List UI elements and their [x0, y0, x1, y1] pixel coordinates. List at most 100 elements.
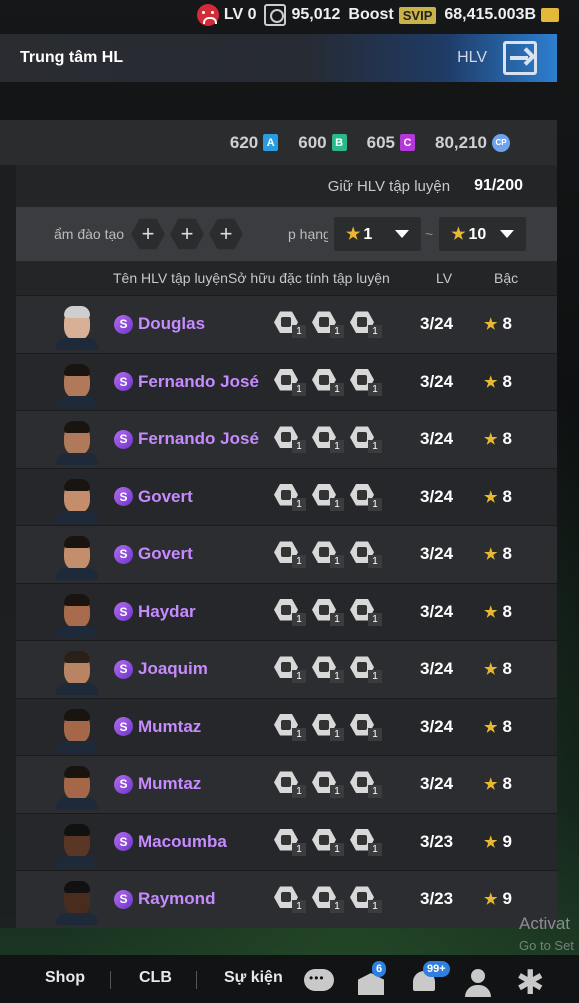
table-row[interactable]: S Govert 1 1 1 3/24 ★ 8	[16, 467, 557, 525]
trait-icon[interactable]: 1	[274, 310, 306, 339]
max-rank-select[interactable]: ★ 10	[439, 217, 527, 251]
trait-icon[interactable]: 1	[350, 540, 382, 569]
trait-icon[interactable]: 1	[350, 885, 382, 914]
coins-indicator[interactable]: 68,415.003B	[444, 6, 559, 24]
level-indicator[interactable]: LV 0	[196, 4, 256, 26]
trait-icon[interactable]: 1	[312, 713, 344, 741]
trait-count: 1	[368, 325, 382, 339]
add-trait-slot-1[interactable]: +	[131, 218, 165, 250]
trait-icon[interactable]: 1	[274, 368, 306, 396]
trait-icon[interactable]: 1	[274, 540, 306, 569]
coach-rank: ★ 8	[484, 429, 512, 449]
trait-count: 1	[292, 555, 306, 569]
trait-icon[interactable]: 1	[274, 770, 306, 799]
trait-icon[interactable]: 1	[350, 310, 382, 339]
table-row[interactable]: S Joaquim 1 1 1 3/24 ★ 8	[16, 640, 557, 698]
grade-badge: S	[114, 659, 133, 679]
coach-level: 3/24	[420, 486, 454, 506]
trait-icon[interactable]: 1	[312, 655, 344, 684]
nav-clb[interactable]: CLB	[139, 969, 172, 987]
currency-a-value: 620	[229, 132, 259, 152]
trait-icon[interactable]: 1	[274, 713, 306, 741]
trait-count: 1	[292, 670, 306, 684]
trait-icon[interactable]: 1	[350, 770, 382, 799]
star-icon: ★	[484, 316, 498, 334]
trait-icon[interactable]: 1	[312, 770, 344, 799]
max-rank-value: 10	[468, 226, 487, 243]
points-indicator[interactable]: 95,012	[264, 4, 340, 26]
activation-watermark: Activat	[519, 914, 571, 933]
trait-icon[interactable]: 1	[274, 885, 306, 914]
trait-icon[interactable]: 1	[350, 655, 382, 684]
column-traits-header[interactable]: Sở hữu đặc tính tập luyện	[228, 270, 390, 286]
table-row[interactable]: S Mumtaz 1 1 1 3/24 ★ 8	[16, 755, 557, 813]
star-icon: ★	[484, 431, 498, 449]
cp-coin-icon: CP	[492, 133, 510, 152]
trait-icon[interactable]: 1	[274, 655, 306, 684]
avatar-hair	[64, 766, 90, 778]
column-rank-header[interactable]: Bậc	[494, 270, 518, 286]
trait-icon[interactable]: 1	[350, 828, 382, 856]
trait-icon[interactable]: 1	[274, 425, 306, 454]
coach-rank-value: 8	[502, 601, 512, 621]
column-name-header[interactable]: Tên HLV tập luyện	[113, 270, 228, 286]
nav-divider	[110, 971, 111, 989]
trait-count: 1	[368, 785, 382, 799]
table-row[interactable]: S Haydar 1 1 1 3/24 ★ 8	[16, 582, 557, 640]
nav-events[interactable]: Sự kiện	[224, 969, 283, 987]
trait-icon[interactable]: 1	[350, 368, 382, 396]
trait-icon[interactable]: 1	[312, 483, 344, 511]
avatar-body	[56, 683, 98, 695]
trait-icon[interactable]: 1	[312, 828, 344, 856]
coach-level: 3/24	[420, 601, 454, 621]
trait-icon[interactable]: 1	[350, 425, 382, 454]
trait-icon[interactable]: 1	[274, 828, 306, 856]
user-icon[interactable]	[464, 967, 492, 997]
table-row[interactable]: S Mumtaz 1 1 1 3/24 ★ 8	[16, 697, 557, 755]
coach-level: 3/24	[420, 716, 454, 736]
star-icon: ★	[484, 661, 498, 679]
boost-indicator[interactable]: Boost SVIP	[348, 6, 437, 24]
trait-count: 1	[368, 900, 382, 914]
trait-icon[interactable]: 1	[274, 598, 306, 626]
nav-shop[interactable]: Shop	[45, 969, 85, 987]
trait-icon[interactable]: 1	[312, 425, 344, 454]
avatar-hair	[64, 651, 90, 663]
coach-rank: ★ 8	[484, 487, 512, 507]
table-row[interactable]: S Govert 1 1 1 3/24 ★ 8	[16, 525, 557, 583]
trait-list: 1 1 1	[274, 540, 382, 569]
trait-icon[interactable]: 1	[350, 483, 382, 511]
trait-icon[interactable]: 1	[312, 598, 344, 626]
table-row[interactable]: S Fernando José 1 1 1 3/24 ★ 8	[16, 352, 557, 410]
trait-count: 1	[330, 785, 344, 799]
add-trait-slot-2[interactable]: +	[170, 218, 204, 250]
filter-bar: ẩm đào tạo + + + p hạng ★ 1 ~ ★ 10	[16, 207, 557, 261]
currency-a: 620 A	[229, 132, 279, 153]
table-row[interactable]: S Fernando José 1 1 1 3/24 ★ 8	[16, 410, 557, 468]
trait-icon[interactable]: 1	[312, 310, 344, 339]
grade-badge: S	[114, 314, 133, 334]
trait-count: 1	[330, 382, 344, 396]
exit-icon[interactable]	[503, 41, 537, 75]
gear-icon[interactable]	[516, 963, 546, 1003]
chat-icon[interactable]	[304, 969, 334, 991]
avatar-hair	[64, 823, 90, 836]
currency-b: 600 B	[298, 133, 347, 153]
trait-icon[interactable]: 1	[312, 540, 344, 569]
grade-badge: S	[114, 602, 133, 622]
trait-icon[interactable]: 1	[312, 368, 344, 396]
trait-icon[interactable]: 1	[350, 598, 382, 626]
currency-b-icon: B	[331, 134, 347, 151]
trait-icon[interactable]: 1	[312, 885, 344, 914]
add-trait-slot-3[interactable]: +	[209, 218, 243, 250]
min-rank-select[interactable]: ★ 1	[334, 217, 421, 251]
trait-icon[interactable]: 1	[274, 483, 306, 511]
trait-count: 1	[368, 670, 382, 684]
table-row[interactable]: S Macoumba 1 1 1 3/23 ★ 9	[16, 812, 557, 870]
coach-level: 3/23	[420, 831, 454, 851]
column-lv-header[interactable]: LV	[436, 270, 452, 286]
table-row[interactable]: S Raymond 1 1 1 3/23 ★ 9	[16, 870, 557, 928]
table-row[interactable]: S Douglas 1 1 1 3/24 ★ 8	[16, 295, 557, 353]
trait-icon[interactable]: 1	[350, 713, 382, 741]
coach-rank-value: 8	[502, 314, 512, 334]
